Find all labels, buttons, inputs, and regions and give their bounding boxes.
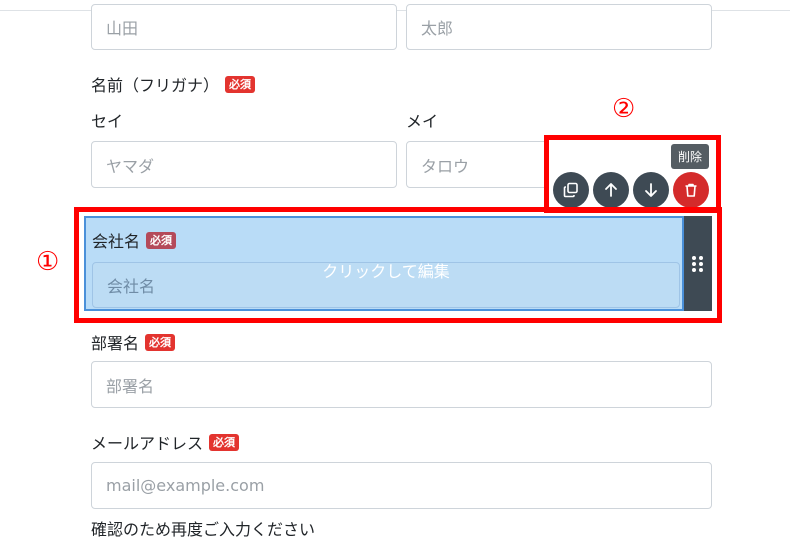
field-toolbar	[553, 172, 709, 208]
sei-label: セイ	[91, 108, 123, 132]
company-input[interactable]: 会社名	[92, 262, 680, 308]
move-up-button[interactable]	[593, 172, 629, 208]
company-placeholder: 会社名	[107, 277, 156, 296]
furigana-label-group: 名前（フリガナ） 必須	[91, 72, 256, 96]
required-badge: 必須	[145, 333, 176, 351]
duplicate-icon	[563, 182, 578, 198]
first-name-placeholder: 太郎	[421, 19, 454, 38]
last-name-placeholder: 山田	[106, 19, 139, 38]
company-field-block[interactable]: 会社名 必須 会社名 クリックして編集	[84, 216, 712, 311]
email-placeholder: mail@example.com	[106, 476, 265, 495]
department-input[interactable]: 部署名	[91, 361, 712, 408]
email-label: メールアドレス	[91, 434, 204, 453]
arrow-down-icon	[645, 183, 657, 197]
email-label-group: メールアドレス 必須	[91, 430, 240, 454]
sei-label-text: セイ	[91, 112, 124, 131]
required-badge: 必須	[209, 433, 240, 451]
drag-handle[interactable]	[684, 216, 712, 311]
sei-input[interactable]: ヤマダ	[91, 141, 397, 188]
mei-label-text: メイ	[406, 112, 439, 131]
confirm-label: 確認のため再度ご入力ください	[91, 520, 316, 539]
first-name-input[interactable]: 太郎	[406, 4, 712, 50]
drag-dots-icon	[692, 255, 704, 272]
arrow-up-icon	[605, 183, 617, 197]
mei-placeholder: タロウ	[421, 156, 470, 176]
move-down-button[interactable]	[633, 172, 669, 208]
department-label-group: 部署名 必須	[91, 330, 176, 354]
company-label: 会社名	[92, 232, 141, 251]
trash-icon	[685, 183, 697, 197]
duplicate-button[interactable]	[553, 172, 589, 208]
department-label: 部署名	[91, 334, 140, 353]
last-name-input[interactable]: 山田	[91, 4, 397, 50]
company-label-group: 会社名 必須	[92, 228, 177, 252]
mei-label: メイ	[406, 108, 438, 132]
selected-field[interactable]: 会社名 必須 会社名 クリックして編集	[84, 216, 684, 311]
required-badge: 必須	[225, 75, 256, 93]
sei-placeholder: ヤマダ	[106, 156, 155, 176]
delete-tooltip: 削除	[671, 144, 710, 169]
delete-button[interactable]	[673, 172, 709, 208]
annotation-marker-1: ①	[36, 247, 60, 277]
email-input[interactable]: mail@example.com	[91, 462, 712, 509]
annotation-marker-2: ②	[612, 94, 636, 124]
department-placeholder: 部署名	[106, 376, 155, 396]
required-badge: 必須	[146, 231, 177, 249]
furigana-label: 名前（フリガナ）	[91, 76, 220, 95]
